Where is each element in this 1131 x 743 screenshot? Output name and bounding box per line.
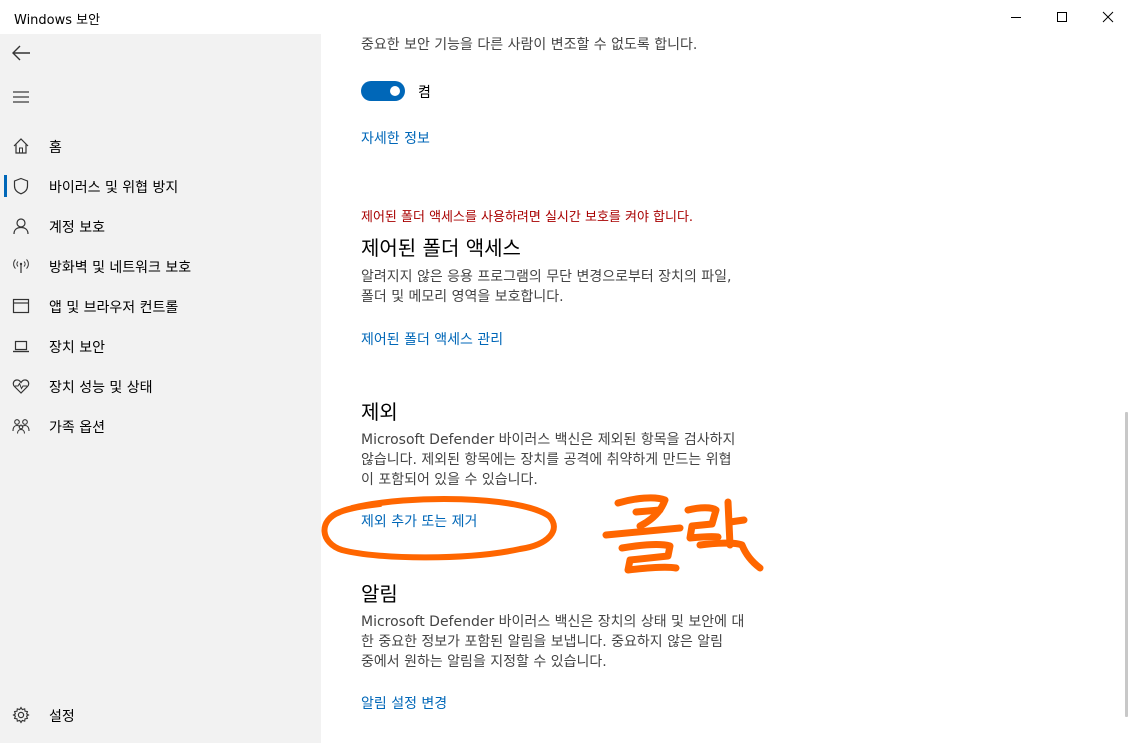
change-notification-settings-link[interactable]: 알림 설정 변경: [361, 693, 447, 713]
home-icon: [12, 137, 30, 155]
maximize-icon: [1057, 12, 1067, 22]
maximize-button[interactable]: [1039, 0, 1085, 34]
exclusions-description-line3: 이 포함되어 있을 수 있습니다.: [361, 472, 538, 488]
sidebar-item-home[interactable]: 홈: [0, 126, 321, 166]
notifications-description-line2: 한 중요한 정보가 포함된 알림을 보냅니다. 중요하지 않은 알림: [361, 634, 724, 650]
heart-icon: [12, 377, 30, 395]
hamburger-menu-button[interactable]: [8, 84, 34, 110]
back-arrow-icon: [12, 45, 30, 61]
sidebar-item-label: 방화벽 및 네트워크 보호: [49, 260, 192, 276]
vertical-scrollbar[interactable]: [1125, 412, 1128, 717]
gear-icon: [12, 706, 30, 724]
close-button[interactable]: [1085, 0, 1131, 34]
window-title: Windows 보안: [14, 13, 101, 28]
sidebar-item-device-security[interactable]: 장치 보안: [0, 326, 321, 366]
tamper-protection-description: 중요한 보안 기능을 다른 사람이 변조할 수 없도록 합니다.: [361, 37, 698, 53]
sidebar-item-firewall[interactable]: 방화벽 및 네트워크 보호: [0, 246, 321, 286]
folder-access-description-line2: 폴더 및 메모리 영역을 보호합니다.: [361, 289, 564, 305]
back-button[interactable]: [8, 40, 34, 66]
notifications-description-line1: Microsoft Defender 바이러스 백신은 장치의 상태 및 보안에…: [361, 614, 745, 630]
sidebar-item-label: 바이러스 및 위협 방지: [49, 180, 179, 196]
sidebar-item-family-options[interactable]: 가족 옵션: [0, 406, 321, 446]
sidebar-item-label: 앱 및 브라우저 컨트롤: [49, 300, 179, 316]
sidebar-item-label: 홈: [49, 140, 62, 156]
minimize-button[interactable]: [993, 0, 1039, 34]
sidebar-item-device-health[interactable]: 장치 성능 및 상태: [0, 366, 321, 406]
sidebar-item-label: 장치 보안: [49, 340, 105, 356]
exclusions-heading: 제외: [361, 400, 398, 424]
add-remove-exclusions-link[interactable]: 제외 추가 또는 제거: [361, 511, 477, 531]
more-info-link[interactable]: 자세한 정보: [361, 128, 430, 148]
selection-indicator: [4, 175, 7, 197]
sidebar-item-settings[interactable]: 설정: [0, 695, 321, 735]
sidebar-item-label: 설정: [49, 709, 75, 725]
browser-icon: [12, 297, 30, 315]
sidebar-item-label: 장치 성능 및 상태: [49, 380, 153, 396]
folder-access-warning: 제어된 폴더 액세스를 사용하려면 실시간 보호를 켜야 합니다.: [361, 210, 694, 225]
folder-access-description-line1: 알려지지 않은 응용 프로그램의 무단 변경으로부터 장치의 파일,: [361, 269, 732, 285]
main-content: 중요한 보안 기능을 다른 사람이 변조할 수 없도록 합니다. 켬 자세한 정…: [321, 34, 1131, 743]
folder-access-heading: 제어된 폴더 액세스: [361, 236, 521, 260]
manage-folder-access-link[interactable]: 제어된 폴더 액세스 관리: [361, 329, 503, 349]
notifications-heading: 알림: [361, 582, 398, 606]
sidebar: 홈 바이러스 및 위협 방지 계정 보호 방화벽 및 네트워크 보호 앱 및 브…: [0, 34, 321, 743]
sidebar-item-label: 가족 옵션: [49, 420, 105, 436]
title-bar: Windows 보안: [0, 0, 1131, 34]
shield-icon: [12, 177, 30, 195]
family-icon: [12, 417, 30, 435]
minimize-icon: [1011, 17, 1021, 18]
exclusions-description-line1: Microsoft Defender 바이러스 백신은 제외된 항목을 검사하지: [361, 432, 736, 448]
notifications-description-line3: 중에서 원하는 알림을 지정할 수 있습니다.: [361, 654, 607, 670]
hamburger-icon: [13, 91, 29, 103]
laptop-icon: [12, 337, 30, 355]
person-icon: [12, 217, 30, 235]
sidebar-item-app-browser[interactable]: 앱 및 브라우저 컨트롤: [0, 286, 321, 326]
sidebar-item-label: 계정 보호: [49, 220, 105, 236]
toggle-knob: [390, 86, 400, 96]
tamper-protection-toggle[interactable]: [361, 81, 405, 101]
close-icon: [1102, 11, 1114, 23]
sidebar-item-account-protection[interactable]: 계정 보호: [0, 206, 321, 246]
exclusions-description-line2: 않습니다. 제외된 항목에는 장치를 공격에 취약하게 만드는 위협: [361, 452, 732, 468]
wireless-icon: [12, 257, 30, 275]
sidebar-item-virus-protection[interactable]: 바이러스 및 위협 방지: [0, 166, 321, 206]
toggle-state-label: 켬: [418, 85, 431, 101]
